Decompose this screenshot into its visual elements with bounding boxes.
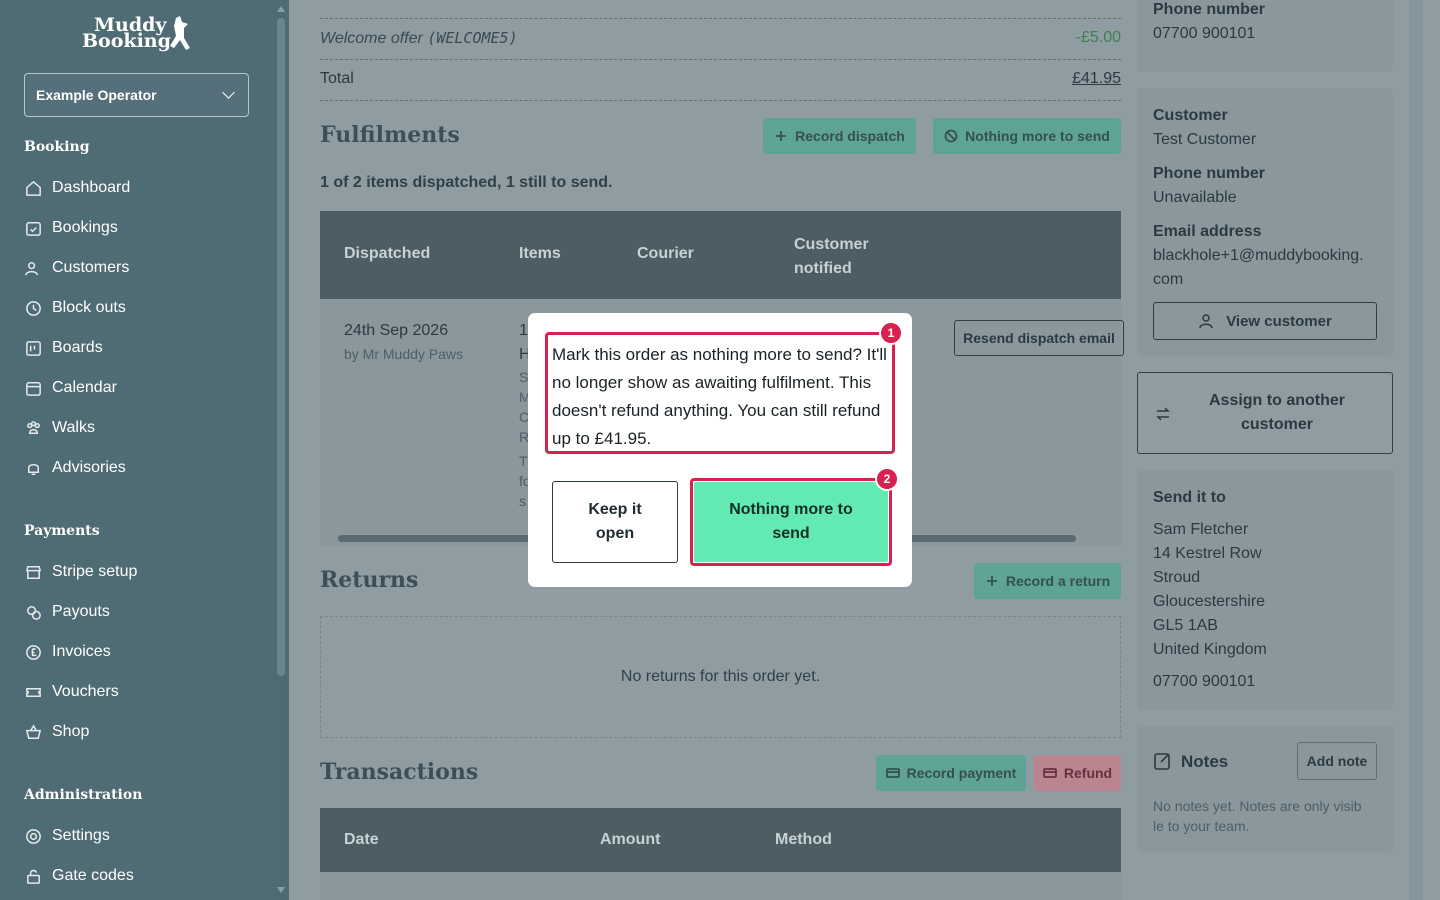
total-row: Total £41.95 [320, 70, 1121, 101]
scroll-up-arrow[interactable] [277, 6, 285, 12]
transactions-title: Transactions [320, 759, 479, 785]
sidebar-item-boards[interactable]: Boards [24, 336, 103, 360]
sidebar-item-calendar[interactable]: Calendar [24, 376, 117, 400]
operator-select[interactable]: Example Operator [24, 73, 249, 117]
subtotal-row: Subtotal £46.95 [320, 0, 1121, 19]
calendar-check-icon [26, 221, 41, 236]
store-icon [25, 565, 42, 579]
dispatch-date: 24th Sep 2026 [344, 322, 449, 339]
sidebar-scroll-thumb[interactable] [277, 18, 285, 676]
lock-icon [27, 869, 40, 884]
notes-icon [1154, 753, 1170, 770]
notes-title: Notes [1181, 752, 1229, 771]
annotation-badge-1: 1 [879, 321, 903, 345]
board-icon [26, 340, 41, 356]
record-return-button[interactable]: Record a return [974, 563, 1121, 599]
sidebar-item-bookings[interactable]: Bookings [24, 216, 118, 240]
home-icon [26, 180, 41, 196]
resend-dispatch-email-button[interactable]: Resend dispatch email [954, 320, 1124, 356]
sidebar-item-gate-codes[interactable]: Gate codes [24, 864, 134, 888]
paw-icon [27, 420, 40, 434]
gear-icon [26, 828, 41, 844]
sidebar-item-walks[interactable]: Walks [24, 416, 95, 440]
chevron-down-icon [222, 86, 235, 99]
sidebar-item-payouts[interactable]: Payouts [24, 600, 110, 624]
swap-icon [1156, 407, 1170, 421]
sidebar: Muddy Booking Example Operator Booking D… [0, 0, 273, 900]
view-customer-button[interactable]: View customer [1153, 302, 1377, 340]
returns-empty-state: No returns for this order yet. [320, 616, 1121, 738]
pound-circle-icon [26, 644, 41, 660]
basket-icon [25, 723, 42, 739]
offer-row: Welcome offer (WELCOME5) -£5.00 [320, 29, 1121, 60]
dispatched-by: by Mr Muddy Paws [344, 346, 464, 362]
transactions-table-header: Date Amount Method [320, 808, 1121, 872]
add-note-button[interactable]: Add note [1297, 742, 1377, 780]
sidebar-item-shop[interactable]: Shop [24, 720, 89, 744]
sidebar-item-invoices[interactable]: Invoices [24, 640, 111, 664]
sidebar-item-settings[interactable]: Settings [24, 824, 110, 848]
fulfilments-title: Fulfilments [320, 122, 460, 148]
sidebar-item-vouchers[interactable]: Vouchers [24, 680, 119, 704]
sidebar-item-dashboard[interactable]: Dashboard [24, 176, 130, 200]
users-icon [25, 261, 39, 275]
card-icon [1042, 768, 1057, 778]
refund-button[interactable]: Refund [1034, 755, 1121, 791]
section-payments: Payments [24, 523, 100, 539]
plus-icon [986, 576, 997, 586]
section-administration: Administration [24, 787, 143, 803]
confirm-nothing-more-to-send-button[interactable]: Nothing more to send [694, 482, 888, 562]
dog-logo-icon [170, 16, 190, 50]
section-booking: Booking [24, 139, 90, 155]
returns-title: Returns [320, 567, 419, 593]
fulfilment-status: 1 of 2 items dispatched, 1 still to send… [320, 174, 613, 191]
assign-customer-button[interactable]: Assign to another customer [1137, 372, 1393, 454]
user-icon [1199, 314, 1213, 329]
record-payment-button[interactable]: Record payment [876, 755, 1026, 791]
muddy-booking-logo[interactable]: Muddy Booking [80, 14, 196, 56]
coins-icon [27, 605, 41, 620]
page-scrollbar[interactable] [1409, 0, 1423, 900]
nothing-more-to-send-button[interactable]: Nothing more to send [933, 118, 1121, 154]
dialog-message: Mark this order as nothing more to send?… [545, 332, 895, 454]
ban-icon [944, 129, 958, 143]
keep-it-open-button[interactable]: Keep it open [552, 481, 678, 563]
sidebar-item-stripe-setup[interactable]: Stripe setup [24, 560, 137, 584]
sidebar-item-advisories[interactable]: Advisories [24, 456, 126, 480]
plus-icon [776, 131, 787, 141]
bell-icon [27, 463, 40, 475]
card-icon [885, 768, 900, 778]
sidebar-item-customers[interactable]: Customers [24, 256, 129, 280]
sidebar-item-block-outs[interactable]: Block outs [24, 296, 126, 320]
fulfilments-table-header: Dispatched Items Courier Customer notifi… [320, 211, 1121, 299]
scroll-down-arrow[interactable] [277, 887, 285, 893]
annotation-badge-2: 2 [875, 467, 899, 491]
calendar-icon [26, 381, 41, 396]
transactions-table-row [320, 872, 1121, 900]
record-dispatch-button[interactable]: Record dispatch [763, 118, 916, 154]
clock-icon [26, 300, 41, 316]
ticket-icon [26, 687, 41, 697]
